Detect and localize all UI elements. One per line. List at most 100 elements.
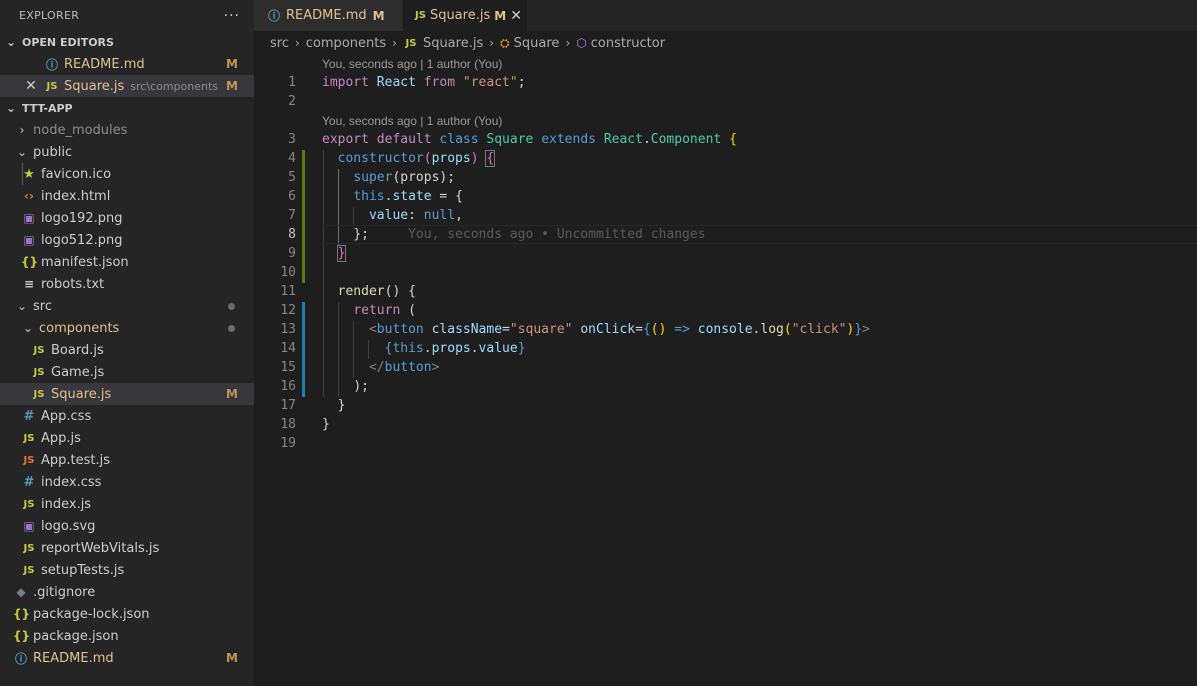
tree-item-logo512[interactable]: ▣ logo512.png xyxy=(0,229,254,251)
code-text: } xyxy=(337,398,346,413)
code-text: ); xyxy=(353,379,369,394)
tab-square[interactable]: JS Square.js M ✕ xyxy=(403,0,528,31)
chevron-down-icon: ⌄ xyxy=(16,299,28,313)
tree-label: App.test.js xyxy=(41,452,111,468)
code-line-4: 4 constructor(props) { xyxy=(254,149,1197,168)
line-number: 19 xyxy=(280,436,296,451)
tree-item-components[interactable]: ⌄ components xyxy=(0,317,254,339)
js-icon: JS xyxy=(405,37,417,49)
code-line-1: 1 import React from "react"; xyxy=(254,73,1197,92)
tree-item-square[interactable]: JS Square.js M xyxy=(0,383,254,405)
open-editor-readme[interactable]: ⓘ README.md M xyxy=(0,53,254,75)
tree-item-logo192[interactable]: ▣ logo192.png xyxy=(0,207,254,229)
breadcrumb-class[interactable]: Square xyxy=(514,36,560,51)
info-icon: ⓘ xyxy=(14,651,27,666)
tree-item-app-test[interactable]: JS App.test.js xyxy=(0,449,254,471)
code-editor[interactable]: You, seconds ago | 1 author (You) 1 impo… xyxy=(254,55,1197,686)
line-number: 9 xyxy=(288,246,296,261)
tree-label: logo512.png xyxy=(41,232,123,248)
line-number: 12 xyxy=(280,303,296,318)
tab-bar: ⓘ README.md M JS Square.js M ✕ xyxy=(254,0,1197,31)
tree-item-favicon[interactable]: ★ favicon.ico xyxy=(0,163,254,185)
tree-item-src[interactable]: ⌄ src xyxy=(0,295,254,317)
css-icon: # xyxy=(23,408,35,424)
tree-label: src xyxy=(33,298,52,314)
codelens-blame[interactable]: You, seconds ago | 1 author (You) xyxy=(322,55,502,73)
tree-item-setup-tests[interactable]: JS setupTests.js xyxy=(0,559,254,581)
line-number: 2 xyxy=(288,94,296,109)
git-icon: ◆ xyxy=(16,585,26,599)
tree-item-node-modules[interactable]: › node_modules xyxy=(0,119,254,141)
line-number: 16 xyxy=(280,379,296,394)
tree-label: App.js xyxy=(41,430,81,446)
tab-readme[interactable]: ⓘ README.md M xyxy=(254,0,403,31)
code-line-9: 9 } xyxy=(254,244,1197,263)
chevron-down-icon: ⌄ xyxy=(5,35,17,49)
json-icon: {} xyxy=(13,629,31,643)
project-section[interactable]: ⌄ TTT-APP xyxy=(0,97,254,119)
breadcrumb: src › components › JS Square.js › ⛭ Squa… xyxy=(254,31,1197,55)
tree-item-manifest[interactable]: {} manifest.json xyxy=(0,251,254,273)
breadcrumb-method[interactable]: constructor xyxy=(591,36,665,51)
tree-item-index-css[interactable]: # index.css xyxy=(0,471,254,493)
tree-item-app-js[interactable]: JS App.js xyxy=(0,427,254,449)
open-editor-square[interactable]: ✕ JS Square.js src\components M xyxy=(0,75,254,97)
tree-item-readme[interactable]: ⓘ README.md M xyxy=(0,647,254,669)
tree-item-gitignore[interactable]: ◆ .gitignore xyxy=(0,581,254,603)
code-line-7: 7 value: null, xyxy=(254,206,1197,225)
file-label: README.md xyxy=(64,56,145,72)
open-editors-section[interactable]: ⌄ OPEN EDITORS xyxy=(0,31,254,53)
js-icon: JS xyxy=(23,564,35,576)
code-text: } xyxy=(322,417,330,432)
file-path: src\components xyxy=(130,79,219,93)
code-text: return ( xyxy=(353,303,416,318)
tree-item-package-lock[interactable]: {} package-lock.json xyxy=(0,603,254,625)
code-text: </button> xyxy=(368,360,440,375)
js-icon: JS xyxy=(33,344,45,356)
line-number: 6 xyxy=(288,189,296,204)
js-icon: JS xyxy=(415,10,426,21)
tree-item-report-web-vitals[interactable]: JS reportWebVitals.js xyxy=(0,537,254,559)
js-icon: JS xyxy=(23,498,35,510)
svg-icon: ▣ xyxy=(23,519,35,533)
close-icon[interactable]: ✕ xyxy=(510,8,522,24)
tree-item-robots[interactable]: ≡ robots.txt xyxy=(0,273,254,295)
tree-item-index-js[interactable]: JS index.js xyxy=(0,493,254,515)
code-text: <button className="square" onClick={() =… xyxy=(368,322,870,337)
tree-item-public[interactable]: ⌄ public xyxy=(0,141,254,163)
more-actions-icon[interactable]: ··· xyxy=(224,8,240,24)
code-line-3: 3 export default class Square extends Re… xyxy=(254,130,1197,149)
tree-item-logo-svg[interactable]: ▣ logo.svg xyxy=(0,515,254,537)
code-line-5: 5 super(props); xyxy=(254,168,1197,187)
tree-label: README.md xyxy=(33,650,114,666)
tab-label: Square.js xyxy=(429,8,491,23)
chevron-down-icon: ⌄ xyxy=(22,321,34,335)
explorer-title: EXPLORER xyxy=(19,9,80,22)
file-label: Square.js xyxy=(64,78,125,94)
tree-item-app-css[interactable]: # App.css xyxy=(0,405,254,427)
modified-badge: M xyxy=(226,79,238,93)
js-icon: JS xyxy=(33,366,45,378)
line-number: 18 xyxy=(280,417,296,432)
codelens-blame[interactable]: You, seconds ago | 1 author (You) xyxy=(322,112,502,130)
tree-item-board[interactable]: JS Board.js xyxy=(0,339,254,361)
text-file-icon: ≡ xyxy=(23,277,35,291)
modified-badge: M xyxy=(226,57,238,71)
modified-badge: M xyxy=(494,8,507,23)
tree-item-game[interactable]: JS Game.js xyxy=(0,361,254,383)
tree-label: index.css xyxy=(41,474,102,490)
html-icon: ‹› xyxy=(24,189,34,203)
tree-item-package-json[interactable]: {} package.json xyxy=(0,625,254,647)
css-icon: # xyxy=(23,474,35,490)
code-line-15: 15 </button> xyxy=(254,358,1197,377)
tree-item-index-html[interactable]: ‹› index.html xyxy=(0,185,254,207)
close-icon[interactable]: ✕ xyxy=(24,78,38,94)
breadcrumb-src[interactable]: src xyxy=(270,36,289,51)
chevron-down-icon: ⌄ xyxy=(5,101,17,115)
breadcrumb-components[interactable]: components xyxy=(306,36,386,51)
line-number: 5 xyxy=(288,170,296,185)
line-number: 11 xyxy=(280,284,296,299)
code-text: constructor(props) { xyxy=(337,150,496,167)
breadcrumb-file[interactable]: Square.js xyxy=(423,36,483,51)
tree-label: index.html xyxy=(41,188,111,204)
